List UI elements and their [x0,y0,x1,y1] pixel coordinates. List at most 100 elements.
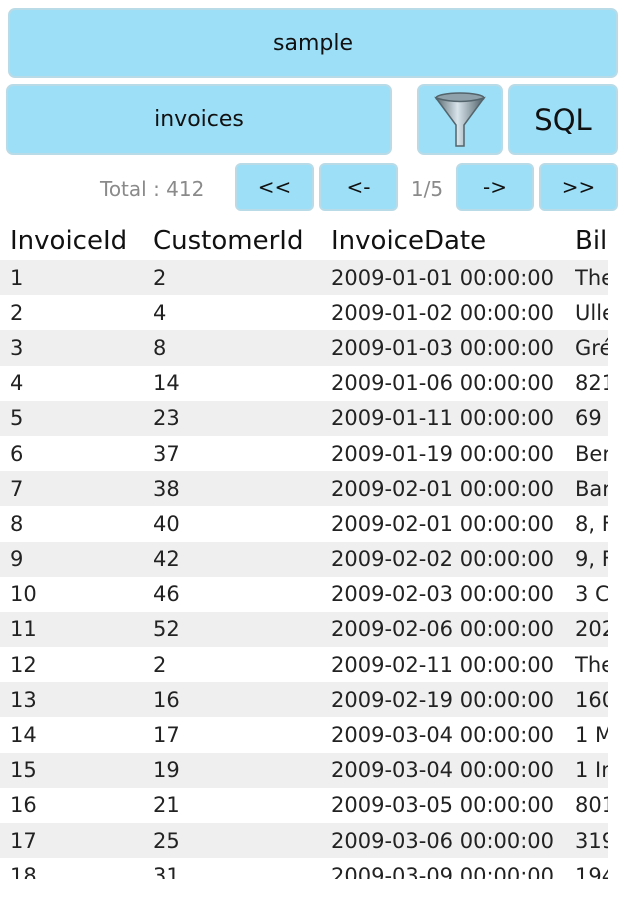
table-cell: 17 [153,723,180,748]
table-cell: 801 [575,793,608,818]
table-cell: 2009-03-04 00:00:00 [331,723,555,748]
table-row[interactable]: 11 52 2009-02-06 00:00:00 202 [0,611,608,648]
database-button[interactable]: sample [8,8,618,78]
table-cell: 8 [153,335,167,360]
total-count: Total : 412 [100,177,205,201]
table-cell: 2009-02-01 00:00:00 [331,511,555,536]
table-button-label: invoices [154,107,244,132]
table-cell: 23 [153,406,180,431]
table-row[interactable]: 16 21 2009-03-05 00:00:00 801 [0,787,608,823]
table-cell: 8, F [575,511,608,536]
first-page-button[interactable]: << [235,163,314,211]
table-cell: 5 [10,406,24,431]
table-cell: The [575,265,608,290]
page-indicator: 1/5 [410,177,444,201]
table-row[interactable]: 12 2 2009-02-11 00:00:00 The [0,647,608,683]
table-row[interactable]: 14 17 2009-03-04 00:00:00 1 M [0,717,608,753]
table-cell: 2009-01-01 00:00:00 [331,265,555,290]
table-cell: 9 [10,547,24,572]
table-cell: 3 [10,335,24,360]
table-cell: 2009-03-06 00:00:00 [331,828,555,853]
table-cell: 16 [153,687,180,712]
data-grid[interactable]: InvoiceId CustomerId InvoiceDate Bil 122… [0,222,608,879]
table-cell: 1 [10,265,24,290]
table-cell: 160 [575,687,608,712]
last-page-button[interactable]: >> [539,163,618,211]
table-cell: 15 [10,758,37,783]
prev-page-button[interactable]: <- [319,163,398,211]
table-cell: 42 [153,547,180,572]
prev-page-label: <- [346,175,371,199]
table-cell: 40 [153,511,180,536]
table-cell: 2009-02-03 00:00:00 [331,582,555,607]
table-cell: 1 In [575,758,608,783]
table-cell: 3 C [575,582,608,607]
column-header[interactable]: Bil [575,222,608,260]
table-row[interactable]: 18 31 2009-03-09 00:00:00 194 [0,858,608,879]
table-cell: 14 [153,371,180,396]
table-row[interactable]: 6 37 2009-01-19 00:00:00 Ber [0,435,608,472]
table-cell: 46 [153,582,180,607]
table-cell: 11 [10,617,37,642]
table-cell: 2009-01-06 00:00:00 [331,371,555,396]
table-cell: 2009-02-01 00:00:00 [331,476,555,501]
table-row[interactable]: 8 40 2009-02-01 00:00:00 8, F [0,506,608,542]
table-cell: 202 [575,617,608,642]
table-row[interactable]: 17 25 2009-03-06 00:00:00 319 [0,823,608,859]
table-cell: 6 [10,441,24,466]
table-cell: 14 [10,723,37,748]
table-cell: 25 [153,828,180,853]
table-cell: 31 [153,863,180,879]
table-cell: 2009-02-19 00:00:00 [331,687,555,712]
database-button-label: sample [273,30,353,56]
table-row[interactable]: 10 46 2009-02-03 00:00:00 3 C [0,576,608,612]
table-row[interactable]: 7 38 2009-02-01 00:00:00 Bar [0,471,608,507]
table-cell: 2 [153,652,167,677]
table-row[interactable]: 13 16 2009-02-19 00:00:00 160 [0,682,608,718]
table-cell: 1 M [575,723,608,748]
table-cell: 2 [153,265,167,290]
table-cell: 69 [575,406,602,431]
table-cell: 2009-03-09 00:00:00 [331,863,555,879]
table-row[interactable]: 9 42 2009-02-02 00:00:00 9, F [0,541,608,577]
table-cell: Gré [575,335,608,360]
table-row[interactable]: 2 4 2009-01-02 00:00:00 Ulle [0,295,608,331]
table-cell: 8 [10,511,24,536]
table-cell: 319 [575,828,608,853]
last-page-label: >> [561,175,596,199]
table-cell: 2009-01-03 00:00:00 [331,335,555,360]
table-cell: 13 [10,687,37,712]
table-cell: 2009-02-11 00:00:00 [331,652,555,677]
table-row[interactable]: 4 14 2009-01-06 00:00:00 821 [0,365,608,401]
table-row[interactable]: 1 2 2009-01-01 00:00:00 The [0,260,608,296]
table-cell: 9, F [575,547,608,572]
column-header[interactable]: InvoiceDate [331,222,571,260]
table-cell: 12 [10,652,37,677]
sql-button-label: SQL [534,102,592,137]
table-cell: 16 [10,793,37,818]
column-header[interactable]: InvoiceId [10,222,148,260]
table-row[interactable]: 3 8 2009-01-03 00:00:00 Gré [0,330,608,366]
sql-button[interactable]: SQL [508,84,618,155]
table-cell: 37 [153,441,180,466]
filter-button[interactable] [417,84,503,155]
table-cell: 2009-01-19 00:00:00 [331,441,555,466]
funnel-icon [434,91,486,147]
table-cell: 194 [575,863,608,879]
table-row[interactable]: 15 19 2009-03-04 00:00:00 1 In [0,752,608,788]
table-cell: The [575,652,608,677]
table-cell: Ber [575,441,608,466]
table-cell: 821 [575,371,608,396]
next-page-button[interactable]: -> [456,163,534,211]
table-cell: 7 [10,476,24,501]
first-page-label: << [257,175,292,199]
table-cell: Bar [575,476,608,501]
table-cell: 2009-02-02 00:00:00 [331,547,555,572]
table-cell: 38 [153,476,180,501]
table-cell: 21 [153,793,180,818]
table-button[interactable]: invoices [6,84,392,155]
table-row[interactable]: 5 23 2009-01-11 00:00:00 69 [0,400,608,436]
table-cell: 2009-01-02 00:00:00 [331,300,555,325]
table-cell: 17 [10,828,37,853]
column-header[interactable]: CustomerId [153,222,325,260]
